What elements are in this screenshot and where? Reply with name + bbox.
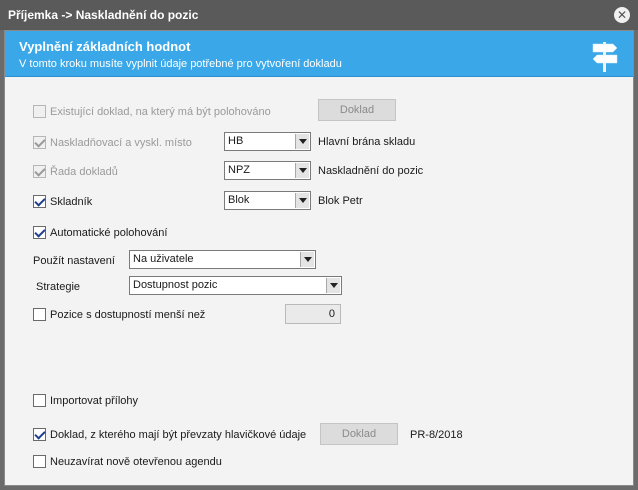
storekeeper-label: Skladník bbox=[50, 195, 93, 208]
place-checkbox[interactable] bbox=[33, 136, 46, 149]
place-label: Naskladňovací a vyskl. místo bbox=[50, 136, 192, 149]
storekeeper-select[interactable]: Blok bbox=[224, 191, 311, 210]
close-icon[interactable]: ✕ bbox=[614, 7, 630, 23]
existing-doc-label: Existující doklad, na který má být poloh… bbox=[50, 105, 271, 118]
existing-doc-row[interactable]: Existující doklad, na který má být poloh… bbox=[33, 105, 271, 118]
place-value: HB bbox=[228, 135, 244, 147]
step-title: Vyplnění základních hodnot bbox=[19, 39, 191, 54]
header-source-label: Doklad, z kterého mají být převzaty hlav… bbox=[50, 428, 307, 441]
strategy-value: Dostupnost pozic bbox=[133, 279, 218, 291]
low-availability-field[interactable]: 0 bbox=[285, 304, 341, 324]
low-availability-checkbox[interactable] bbox=[33, 308, 46, 321]
strategy-select[interactable]: Dostupnost pozic bbox=[129, 276, 342, 295]
use-settings-value: Na uživatele bbox=[133, 253, 194, 265]
storekeeper-description: Blok Petr bbox=[318, 195, 363, 207]
use-settings-select[interactable]: Na uživatele bbox=[129, 250, 316, 269]
place-row[interactable]: Naskladňovací a vyskl. místo bbox=[33, 136, 192, 149]
series-description: Naskladnění do pozic bbox=[318, 165, 424, 177]
strategy-label: Strategie bbox=[36, 281, 81, 293]
keep-open-checkbox[interactable] bbox=[33, 455, 46, 468]
auto-positioning-label: Automatické polohování bbox=[50, 226, 168, 239]
chevron-down-icon[interactable] bbox=[295, 193, 309, 208]
keep-open-label: Neuzavírat nově otevřenou agendu bbox=[50, 455, 222, 468]
use-settings-label: Použít nastavení bbox=[33, 255, 115, 267]
import-attachments-label: Importovat přílohy bbox=[50, 394, 139, 407]
series-row[interactable]: Řada dokladů bbox=[33, 165, 118, 178]
storekeeper-row[interactable]: Skladník bbox=[33, 195, 92, 208]
window-title: Příjemka -> Naskladnění do pozic bbox=[8, 8, 199, 22]
step-header: Vyplnění základních hodnot V tomto kroku… bbox=[5, 31, 633, 77]
existing-doc-button[interactable]: Doklad bbox=[318, 99, 396, 121]
storekeeper-checkbox[interactable] bbox=[33, 195, 46, 208]
chevron-down-icon[interactable] bbox=[300, 252, 314, 267]
wizard-window: Vyplnění základních hodnot V tomto kroku… bbox=[4, 30, 634, 486]
keep-open-row[interactable]: Neuzavírat nově otevřenou agendu bbox=[33, 455, 222, 468]
import-attachments-row[interactable]: Importovat přílohy bbox=[33, 394, 138, 407]
existing-doc-checkbox[interactable] bbox=[33, 105, 46, 118]
header-source-row[interactable]: Doklad, z kterého mají být převzaty hlav… bbox=[33, 428, 306, 441]
place-description: Hlavní brána skladu bbox=[318, 136, 416, 148]
import-attachments-checkbox[interactable] bbox=[33, 394, 46, 407]
series-checkbox[interactable] bbox=[33, 165, 46, 178]
low-availability-label: Pozice s dostupností menší než bbox=[50, 308, 206, 321]
step-subtitle: V tomto kroku musíte vyplnit údaje potře… bbox=[19, 58, 342, 70]
place-select[interactable]: HB bbox=[224, 132, 311, 151]
header-source-checkbox[interactable] bbox=[33, 428, 46, 441]
auto-positioning-row[interactable]: Automatické polohování bbox=[33, 226, 167, 239]
title-bar: Příjemka -> Naskladnění do pozic ✕ bbox=[0, 0, 638, 30]
signpost-icon bbox=[592, 42, 618, 72]
low-availability-row[interactable]: Pozice s dostupností menší než bbox=[33, 308, 205, 321]
chevron-down-icon[interactable] bbox=[295, 163, 309, 178]
header-source-button[interactable]: Doklad bbox=[320, 423, 398, 445]
chevron-down-icon[interactable] bbox=[326, 278, 340, 293]
series-value: NPZ bbox=[228, 164, 250, 176]
series-label: Řada dokladů bbox=[50, 165, 118, 178]
header-source-value: PR-8/2018 bbox=[410, 429, 463, 441]
auto-positioning-checkbox[interactable] bbox=[33, 226, 46, 239]
series-select[interactable]: NPZ bbox=[224, 161, 311, 180]
storekeeper-value: Blok bbox=[228, 194, 250, 206]
chevron-down-icon[interactable] bbox=[295, 134, 309, 149]
